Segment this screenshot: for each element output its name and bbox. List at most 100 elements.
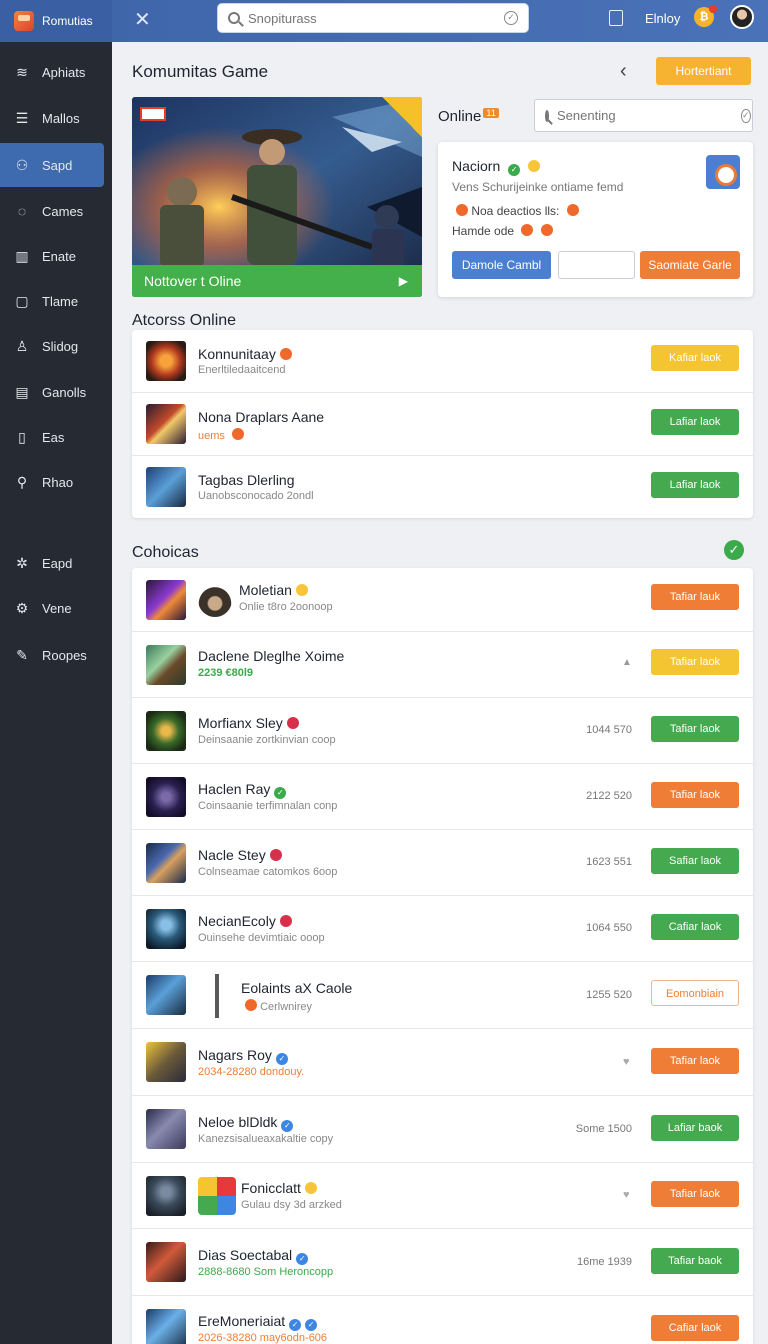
avatar[interactable] [730, 5, 754, 29]
top-bar: Romutias ✕ ✓ Elnloy ₿ [0, 0, 768, 42]
row-title-text: Nagars Roy [198, 1047, 272, 1063]
status-badge: ✓ [274, 787, 287, 799]
notification-icon[interactable]: ₿ [694, 5, 717, 27]
list-item[interactable]: Nona Draplars Aane uems Lafiar laok [132, 393, 753, 456]
header-action-button[interactable]: Hortertiant [656, 57, 751, 85]
chevron-left-icon[interactable]: ‹ [620, 60, 627, 83]
sidebar-item-aphiats[interactable]: ≋ Aphiats [0, 50, 112, 94]
sidebar-item-mallos[interactable]: ☰ Mallos [0, 96, 112, 140]
row-title-text: Moletian [239, 582, 292, 598]
sidebar-item-ganolls[interactable]: ▤ Ganolls [0, 370, 112, 414]
heart-icon[interactable]: ♥ [623, 1189, 630, 1201]
row-action-button[interactable]: Cafiar laok [651, 1315, 739, 1341]
sidebar-item-roopes[interactable]: ✎ Roopes [0, 633, 112, 677]
game-thumbnail [146, 843, 186, 883]
close-icon[interactable]: ✕ [134, 8, 151, 32]
chevron-up-icon[interactable]: ▲ [622, 657, 632, 668]
row-action-button[interactable]: Tafiar laok [651, 716, 739, 742]
sidebar-item-rhao[interactable]: ⚲ Rhao [0, 460, 112, 504]
sidebar-item-slidog[interactable]: ♙ Slidog [0, 324, 112, 368]
game-thumbnail [146, 909, 186, 949]
list-item[interactable]: Neloe blDldk ✓ Kanezsisalueaxakaltie copy… [132, 1096, 753, 1163]
sidebar-item-enate[interactable]: ▥ Enate [0, 234, 112, 278]
user-label[interactable]: Elnloy [645, 11, 680, 26]
list-item[interactable]: Dias Soectabal ✓ 2888-8680 Som Heroncopp … [132, 1229, 753, 1296]
list-item[interactable]: Eolaints aX Caole Cerlwnirey 1255 520 Eo… [132, 962, 753, 1029]
game-thumbnail [146, 777, 186, 817]
row-subtitle: Gulau dsy 3d arzked [241, 1199, 342, 1211]
row-action-button[interactable]: Lafiar laok [651, 409, 739, 435]
row-subtitle: Cerlwnirey [241, 999, 312, 1013]
row-action-button[interactable]: Eomonbiain [651, 980, 739, 1006]
row-subtitle: Coinsaanie terfimnalan conp [198, 800, 338, 812]
shield-icon: ◌ [17, 203, 27, 219]
row-action-button[interactable]: Tafiar laok [651, 649, 739, 675]
row-action-button[interactable]: Tafiar lauk [651, 584, 739, 610]
sidebar-item-label: Roopes [42, 647, 87, 663]
row-title: EreMoneriaiat ✓ ✓ [198, 1313, 318, 1331]
status-badge [269, 849, 282, 861]
row-action-button[interactable]: Kafiar laok [651, 345, 739, 371]
list-item[interactable]: Nacle Stey Colnseamae catomkos 6oop 1623… [132, 830, 753, 896]
sidebar-item-label: Sapd [42, 157, 73, 173]
row-action-button[interactable]: Tafiar baok [651, 1248, 739, 1274]
row-action-button[interactable]: Tafiar laok [651, 1181, 739, 1207]
check-circle-icon[interactable]: ✓ [741, 108, 751, 123]
verified-icon: ✓ [275, 1053, 288, 1065]
play-icon[interactable]: ▶ [399, 265, 408, 297]
search-icon: ⚲ [16, 474, 28, 490]
panel-search-box[interactable]: ✓ [534, 99, 753, 132]
panel-search-input[interactable] [557, 108, 733, 123]
heart-icon[interactable]: ♥ [623, 1056, 630, 1068]
row-subtitle-text: Cerlwnirey [260, 1001, 313, 1013]
list-item[interactable]: Tagbas Dlerling Uanobsconocado 2ondl Laf… [132, 456, 753, 518]
game-logo-icon[interactable] [706, 155, 740, 189]
list-item[interactable]: Haclen Ray ✓ Coinsaanie terfimnalan conp … [132, 764, 753, 830]
check-circle-icon[interactable]: ✓ [504, 11, 518, 25]
hero-caption[interactable]: Nottover t Oline ▶ [132, 265, 422, 297]
sidebar-item-vene[interactable]: ⚙ Vene [0, 586, 112, 630]
sidebar-item-cames[interactable]: ◌ Cames [0, 189, 112, 233]
row-title-text: Morfianx Sley [198, 715, 283, 731]
emoji-icon [245, 999, 257, 1011]
row-subtitle: 2888-8680 Som Heroncopp [198, 1266, 334, 1278]
sidebar-item-sapd[interactable]: ⚇ Sapd [0, 143, 104, 187]
row-title: Moletian [239, 582, 308, 598]
orange-action-button[interactable]: Saomiate Garle [640, 251, 740, 279]
top-search-box[interactable]: ✓ [217, 3, 529, 33]
list-item[interactable]: Morfianx Sley Deinsaanie zortkinvian coo… [132, 698, 753, 764]
list-item[interactable]: NecianEcoly Ouinsehe devimtiaic ooop 106… [132, 896, 753, 962]
list-item[interactable]: Moletian Onlie t8ro 2oonoop Tafiar lauk [132, 568, 753, 632]
row-action-button[interactable]: Tafiar laok [651, 782, 739, 808]
sidebar-item-eapd[interactable]: ✲ Eapd [0, 541, 112, 585]
top-search-input[interactable] [248, 10, 496, 26]
check-circle-icon[interactable]: ✓ [724, 540, 744, 560]
info-line-1-text: Noa deactios lls: [471, 204, 560, 218]
row-subtitle: 2034-28280 dondouy. [198, 1066, 305, 1078]
info-input-field[interactable] [558, 251, 635, 279]
list-item[interactable]: Konnunitaay Enerltiledaaitcend Kafiar la… [132, 330, 753, 393]
list-item[interactable]: Nagars Roy ✓ 2034-28280 dondouy. ♥ Tafiar… [132, 1029, 753, 1096]
primary-blue-button[interactable]: Damole Cambl [452, 251, 551, 279]
share-icon[interactable] [609, 10, 623, 26]
row-title: Nona Draplars Aane [198, 409, 325, 425]
row-action-button[interactable]: Lafiar baok [651, 1115, 739, 1141]
brand[interactable]: Romutias [0, 0, 112, 42]
list-item[interactable]: Daclene Dleglhe Xoime 2239 €80l9 ▲ Tafia… [132, 632, 753, 698]
row-action-button[interactable]: Tafiar laok [651, 1048, 739, 1074]
list-item[interactable]: EreMoneriaiat ✓ ✓ 2026-38280 may6odn-606 C… [132, 1296, 753, 1344]
row-action-button[interactable]: Lafiar laok [651, 472, 739, 498]
row-action-button[interactable]: Cafiar laok [651, 914, 739, 940]
sidebar-item-label: Mallos [42, 110, 80, 126]
hero-banner[interactable]: Nottover t Oline ▶ [132, 97, 422, 297]
row-action-button[interactable]: Safiar laok [651, 848, 739, 874]
sidebar-item-eas[interactable]: ▯ Eas [0, 415, 112, 459]
row-title-text: Nacle Stey [198, 847, 266, 863]
online-label-text: Online [438, 108, 482, 125]
row-title: Morfianx Sley [198, 715, 299, 731]
list-item[interactable]: Fonicclatt Gulau dsy 3d arzked ♥ Tafiar … [132, 1163, 753, 1229]
row-title-text: Fonicclatt [241, 1180, 301, 1196]
list-icon: ☰ [15, 110, 29, 126]
row-title-text: Neloe blDldk [198, 1114, 278, 1130]
sidebar-item-tlame[interactable]: ▢ Tlame [0, 279, 112, 323]
